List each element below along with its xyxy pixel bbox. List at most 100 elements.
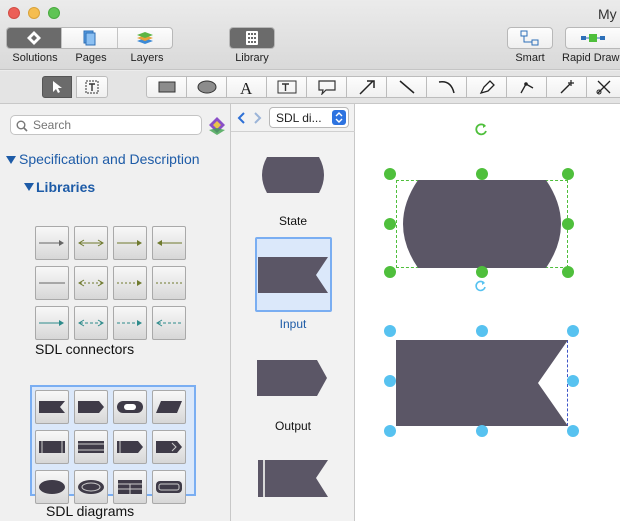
resize-handle[interactable] — [567, 325, 579, 337]
state-shape-instance[interactable] — [396, 180, 568, 268]
pages-label: Pages — [75, 52, 107, 64]
close-window-button[interactable] — [8, 7, 20, 19]
shape-procedure-thumb — [35, 430, 69, 464]
scissors-icon — [596, 80, 610, 95]
resize-handle[interactable] — [476, 325, 488, 337]
panels-segmented-control — [6, 27, 173, 49]
rotate-handle-icon[interactable] — [474, 122, 490, 138]
search-field[interactable] — [10, 115, 202, 135]
connector-teal-dashed — [113, 306, 147, 340]
chevron-left-icon[interactable] — [236, 111, 246, 125]
shape-caption: State — [278, 214, 308, 228]
rectangle-tool[interactable] — [146, 76, 187, 98]
layers-label: Layers — [130, 52, 164, 64]
resize-handle[interactable] — [567, 425, 579, 437]
smart-button[interactable] — [508, 28, 552, 48]
resize-handle[interactable] — [476, 168, 488, 180]
tree-libraries-label[interactable]: Libraries — [36, 179, 95, 195]
sdl-connectors-preview[interactable] — [35, 226, 186, 340]
add-point-tool[interactable] — [546, 76, 587, 98]
text-frame-tool[interactable] — [266, 76, 307, 98]
rapid-draw-button[interactable] — [566, 28, 620, 48]
connector-arrow-right — [35, 226, 69, 260]
resize-handle[interactable] — [384, 325, 396, 337]
output-shape[interactable] — [257, 360, 329, 396]
solutions-icon — [27, 31, 42, 45]
connector-double-arrow — [74, 226, 108, 260]
smart-label: Smart — [515, 52, 545, 64]
scissors-tool[interactable] — [586, 76, 620, 98]
arc-icon — [438, 80, 455, 94]
resize-handle[interactable] — [384, 375, 396, 387]
ellipse-tool[interactable] — [186, 76, 227, 98]
resize-handle[interactable] — [562, 168, 574, 180]
input-shape[interactable] — [258, 257, 330, 293]
shape-caption: Output — [274, 419, 312, 433]
rapid-draw-label: Rapid Draw — [562, 52, 620, 64]
shape-state-thumb — [113, 390, 147, 424]
letter-a-icon: A — [240, 79, 253, 95]
resize-handle[interactable] — [567, 375, 579, 387]
arc-tool[interactable] — [426, 76, 467, 98]
callout-tool[interactable] — [306, 76, 347, 98]
input-shape-instance[interactable] — [396, 340, 568, 426]
chevron-right-icon[interactable] — [253, 111, 263, 125]
shape-caption: Input — [279, 317, 307, 331]
drawing-canvas[interactable] — [355, 104, 620, 521]
zoom-window-button[interactable] — [48, 7, 60, 19]
rotate-handle-icon[interactable] — [474, 279, 488, 293]
state-shape[interactable] — [257, 156, 329, 194]
library-toggle — [229, 27, 275, 49]
tree-section-label[interactable]: Specification and Description — [19, 151, 200, 167]
disclosure-down-icon[interactable] — [6, 155, 16, 165]
resize-handle[interactable] — [384, 425, 396, 437]
pages-icon — [83, 30, 96, 46]
connector-arrow-left — [152, 226, 186, 260]
line-tool[interactable] — [386, 76, 427, 98]
select-tool[interactable] — [42, 76, 72, 98]
solutions-button[interactable] — [7, 28, 63, 48]
rapid-draw-toggle — [565, 27, 620, 49]
minimize-window-button[interactable] — [28, 7, 40, 19]
library-name[interactable]: SDL connectors — [35, 341, 134, 357]
resize-handle[interactable] — [476, 266, 488, 278]
library-button[interactable] — [230, 28, 274, 48]
diagonal-line-icon — [399, 80, 414, 94]
solutions-browser-icon[interactable] — [208, 116, 226, 136]
bezier-tool[interactable] — [506, 76, 547, 98]
resize-handle[interactable] — [384, 266, 396, 278]
library-name[interactable]: SDL diagrams — [46, 503, 134, 519]
pen-icon — [479, 80, 495, 95]
shape-chevron-thumb — [152, 430, 186, 464]
text-frame-icon — [277, 80, 296, 94]
arrow-line-icon — [358, 80, 375, 95]
ellipse-icon — [197, 80, 216, 94]
line-arrow-tool[interactable] — [346, 76, 387, 98]
pages-button[interactable] — [62, 28, 118, 48]
bezier-icon — [519, 82, 533, 94]
resize-handle[interactable] — [476, 425, 488, 437]
drawing-tools-bar: A — [0, 71, 620, 104]
shape-ring-thumb — [74, 470, 108, 504]
connector-teal-left — [152, 306, 186, 340]
search-icon — [16, 120, 28, 132]
procedure-shape[interactable] — [258, 460, 330, 498]
resize-handle[interactable] — [384, 168, 396, 180]
sdl-diagrams-preview[interactable] — [35, 390, 186, 504]
connector-dashed-arrow — [113, 266, 147, 300]
library-select[interactable]: SDL di... — [269, 107, 349, 128]
resize-handle[interactable] — [384, 218, 396, 230]
pen-tool[interactable] — [466, 76, 507, 98]
search-input[interactable] — [33, 117, 193, 133]
text-select-tool[interactable] — [76, 76, 108, 98]
text-tool[interactable]: A — [226, 76, 267, 98]
rectangle-icon — [158, 81, 175, 93]
svg-text:A: A — [240, 79, 253, 95]
disclosure-down-icon[interactable] — [24, 182, 34, 192]
layers-button[interactable] — [118, 28, 172, 48]
resize-handle[interactable] — [562, 218, 574, 230]
connector-dashed-double — [74, 266, 108, 300]
shape-rounded-thumb — [152, 470, 186, 504]
connector-dashed-line — [152, 266, 186, 300]
resize-handle[interactable] — [562, 266, 574, 278]
